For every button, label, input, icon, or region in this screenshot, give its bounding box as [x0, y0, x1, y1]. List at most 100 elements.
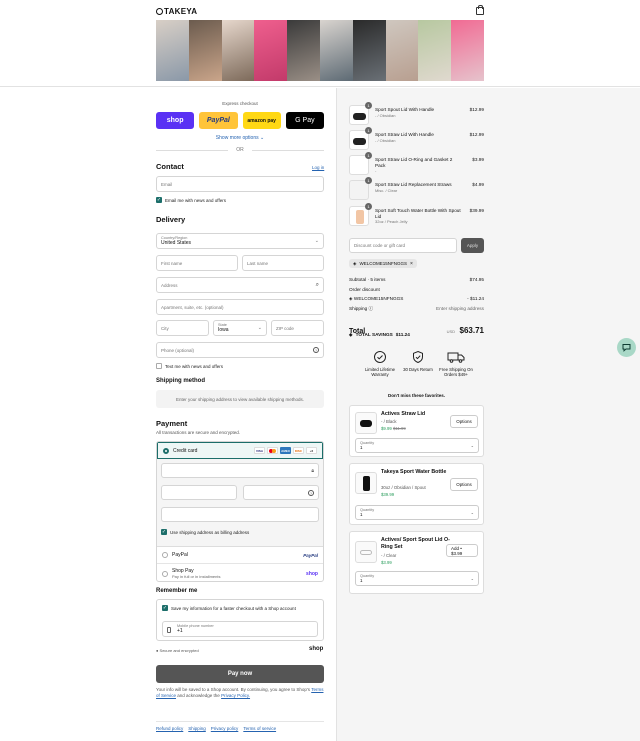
chevron-down-icon: ⌄: [470, 510, 474, 515]
upsell-name: Actives/ Sport Spout Lid O-Ring Set: [381, 537, 450, 550]
upsell-name: Takeya Sport Water Bottle: [381, 469, 447, 475]
mobile-phone-field[interactable]: Mobile phone number +1: [162, 621, 318, 637]
logo-mark-icon: [156, 8, 163, 15]
options-button[interactable]: Options: [450, 415, 478, 428]
paypal-option[interactable]: PayPal PayPal: [157, 547, 323, 564]
card-brands: VISA AMEX DISC +6: [254, 447, 317, 454]
chevron-down-icon: ⌄: [470, 576, 474, 581]
state-select[interactable]: State Iowa ⌄: [213, 320, 267, 336]
close-icon[interactable]: ×: [410, 261, 413, 267]
email-news-checkbox-row[interactable]: ✓ Email me with news and offers: [156, 197, 226, 203]
brand-logo[interactable]: TAKEYA: [156, 7, 197, 16]
search-icon: ⌕: [315, 281, 319, 288]
refund-policy-link[interactable]: Refund policy: [156, 726, 183, 731]
checkbox-checked-icon[interactable]: ✓: [156, 197, 162, 203]
shop-logo: shop: [306, 570, 318, 577]
banner-photo: [287, 20, 320, 81]
amazon-pay-button[interactable]: amazon pay: [242, 112, 281, 129]
help-icon[interactable]: ?: [313, 347, 319, 353]
chat-icon: [622, 344, 631, 352]
line-item-price: $12.99: [469, 107, 484, 112]
truck-icon: [447, 352, 465, 363]
help-icon[interactable]: ⓘ: [367, 306, 374, 311]
shopping-bag-icon[interactable]: [476, 5, 484, 15]
upsell-variant: - / Black: [381, 419, 397, 424]
radio-unselected-icon[interactable]: [162, 570, 168, 577]
checkbox-checked-icon[interactable]: ✓: [162, 605, 168, 611]
subtotal-row: Subtotal · 5 items $74.95: [349, 277, 484, 282]
upsell-name: Actives Straw Lid: [381, 411, 426, 417]
radio-selected-icon[interactable]: [163, 447, 169, 454]
radio-unselected-icon[interactable]: [162, 552, 168, 558]
chevron-down-icon: ⌄: [257, 325, 262, 331]
upsell-card: Actives/ Sport Spout Lid O-Ring Set - / …: [349, 531, 484, 594]
quantity-select[interactable]: Quantity 1 ⌄: [355, 438, 479, 453]
expiration-field[interactable]: [161, 485, 237, 500]
phone-icon: [167, 627, 171, 633]
upsell-card: Actives Straw Lid - / Black $9.99 $11.99…: [349, 405, 484, 457]
checkout-page: TAKEYA Express checkout shop PayPal amaz…: [0, 0, 640, 741]
chat-button[interactable]: [617, 338, 636, 357]
upsell-price: $3.99: [381, 560, 392, 565]
discount-tag: ◈ WELCOME15NFNGGS ×: [349, 259, 417, 268]
security-code-field[interactable]: ?: [243, 485, 319, 500]
last-name-field[interactable]: Last name: [242, 255, 324, 271]
save-info-checkbox-row[interactable]: ✓ Save my information for a faster checko…: [162, 605, 296, 611]
payment-options: Credit card VISA AMEX DISC +6 🔒︎ ? ✓ Use …: [156, 441, 324, 582]
email-field[interactable]: Email: [156, 176, 324, 192]
shipping-link[interactable]: Shipping: [188, 726, 206, 731]
shipping-method-placeholder: Enter your shipping address to view avai…: [156, 390, 324, 408]
header: TAKEYA: [0, 0, 640, 87]
privacy-policy-link[interactable]: Privacy policy: [211, 726, 239, 731]
quantity-select[interactable]: Quantity 1 ⌄: [355, 571, 479, 586]
credit-card-option[interactable]: Credit card VISA AMEX DISC +6: [157, 442, 323, 459]
upsell-variant: - / Clear: [381, 553, 397, 558]
upsell-heading: Don't miss these favorites.: [387, 393, 446, 398]
name-on-card-field[interactable]: [161, 507, 319, 522]
delivery-heading: Delivery: [156, 215, 186, 224]
apply-discount-button[interactable]: Apply: [461, 238, 484, 253]
city-field[interactable]: City: [156, 320, 209, 336]
pay-now-button[interactable]: Pay now: [156, 665, 324, 683]
quantity-select[interactable]: Quantity 1 ⌄: [355, 505, 479, 520]
contact-heading: Contact: [156, 162, 184, 171]
checkbox-checked-icon[interactable]: ✓: [161, 529, 167, 535]
billing-checkbox-row[interactable]: ✓ Use shipping address as billing address: [161, 529, 249, 535]
banner-photo: [156, 20, 189, 81]
first-name-field[interactable]: First name: [156, 255, 238, 271]
privacy-policy-link[interactable]: Privacy Policy.: [221, 693, 250, 698]
perk-item: Free Shipping On Orders $49+: [438, 350, 474, 377]
checkbox-unchecked-icon[interactable]: [156, 363, 162, 369]
warranty-icon: [374, 351, 386, 363]
banner-photo: [319, 20, 353, 81]
apartment-field[interactable]: Apartment, suite, etc. (optional): [156, 299, 324, 315]
shop-pay-button[interactable]: shop: [156, 112, 195, 129]
banner-photo: [385, 20, 419, 81]
line-item-price: $3.99: [472, 157, 484, 162]
discount-code-input[interactable]: Discount code or gift card: [349, 238, 457, 253]
line-item-price: $12.99: [469, 132, 484, 137]
paypal-button[interactable]: PayPal: [199, 112, 238, 129]
google-pay-button[interactable]: G Pay: [285, 112, 324, 129]
shop-pay-option[interactable]: Shop Pay Pay in full or in installments …: [157, 564, 323, 581]
phone-field[interactable]: Phone (optional)?: [156, 342, 324, 358]
upsell-price: $9.99 $11.99: [381, 426, 406, 431]
help-icon[interactable]: ?: [308, 489, 314, 496]
login-link[interactable]: Log in: [312, 165, 324, 170]
address-field[interactable]: Address ⌕: [156, 277, 324, 293]
add-to-cart-button[interactable]: Add • $3.99: [446, 544, 478, 557]
banner-photo: [188, 20, 222, 81]
quantity-badge: 1: [365, 152, 372, 159]
shipping-method-heading: Shipping method: [156, 378, 205, 384]
quantity-badge: 1: [365, 203, 372, 210]
text-news-checkbox-row[interactable]: Text me with news and offers: [156, 363, 223, 369]
options-button[interactable]: Options: [450, 478, 478, 491]
express-checkout-title: Express checkout: [222, 101, 258, 106]
show-more-options-link[interactable]: Show more options ⌄: [156, 135, 324, 141]
terms-of-service-link[interactable]: Terms of service: [243, 726, 276, 731]
card-number-field[interactable]: 🔒︎: [161, 463, 319, 478]
line-item-price: $4.99: [472, 182, 484, 187]
country-select[interactable]: Country/Region United States ⌄: [156, 233, 324, 249]
perk-item: Limited Lifetime Warranty: [362, 350, 398, 377]
zip-field[interactable]: ZIP code: [271, 320, 324, 336]
